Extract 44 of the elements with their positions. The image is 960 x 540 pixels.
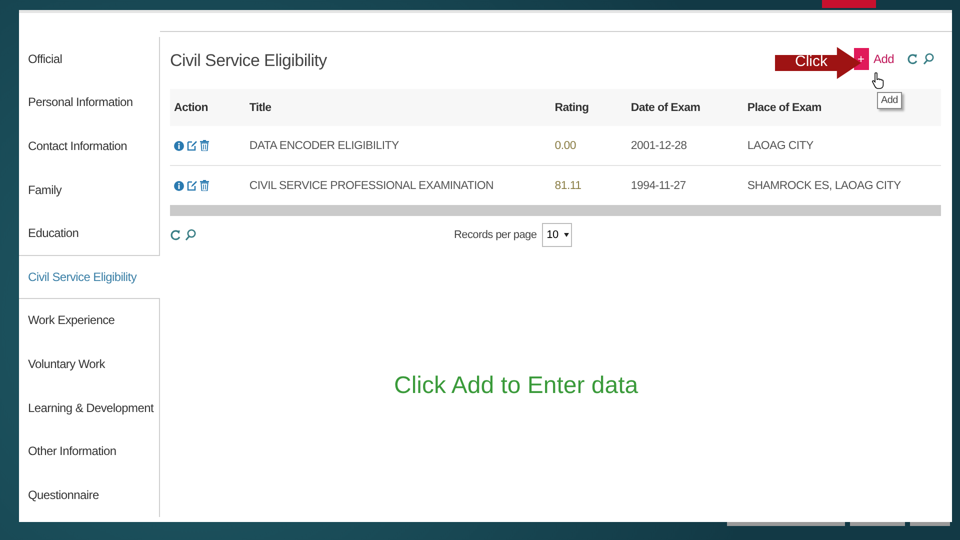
table-cell: CIVIL SERVICE PROFESSIONAL EXAMINATION [245, 166, 551, 205]
info-icon[interactable] [174, 180, 184, 190]
refresh-icon[interactable] [907, 52, 918, 64]
column-header: Title [245, 89, 551, 126]
table-cell: 0.00 [550, 126, 627, 166]
caption: Click Add to Enter data [394, 372, 640, 400]
slide-tab-mark [822, 0, 876, 8]
sidebar-item[interactable]: Learning & Development [19, 386, 160, 430]
table-cell: LAOAG CITY [743, 126, 941, 166]
table-cell: SHAMROCK ES, LAOAG CITY [743, 166, 941, 205]
slide-decoration-bar [910, 522, 950, 526]
search-icon[interactable] [185, 229, 196, 241]
tooltip: Add [877, 92, 902, 109]
slide-decoration-bar [850, 522, 905, 526]
search-icon[interactable] [923, 52, 934, 64]
table-cell: 1994-11-27 [626, 166, 744, 205]
sidebar-item[interactable]: Personal Information [19, 80, 160, 124]
sidebar-item[interactable]: Official [19, 37, 160, 81]
records-per-page-label: Records per page [454, 229, 537, 241]
column-header: Rating [550, 89, 627, 126]
scrollbar[interactable] [170, 205, 941, 216]
refresh-icon[interactable] [170, 229, 181, 241]
trash-icon[interactable] [200, 180, 209, 191]
sidebar-item[interactable]: Education [19, 211, 160, 255]
edit-icon[interactable] [187, 180, 197, 191]
trash-icon[interactable] [200, 140, 209, 151]
records-per-page-select[interactable]: 10 [542, 223, 572, 247]
sidebar-item[interactable]: Contact Information [19, 124, 160, 168]
column-header: Action [170, 89, 246, 126]
table-cell: 2001-12-28 [626, 126, 744, 166]
sidebar-item[interactable]: Voluntary Work [19, 342, 160, 386]
sidebar-item[interactable]: Questionnaire [19, 472, 160, 517]
table-cell: DATA ENCODER ELIGIBILITY [245, 126, 551, 166]
sidebar-item[interactable]: Family [19, 168, 160, 212]
caret-icon [564, 233, 570, 237]
info-icon[interactable] [174, 140, 184, 150]
sidebar-item[interactable]: Civil Service Eligibility [19, 254, 160, 299]
column-header: Date of Exam [626, 89, 744, 126]
edit-icon[interactable] [187, 140, 197, 151]
add-link[interactable]: Add [874, 52, 894, 66]
panel-title: Civil Service Eligibility [170, 50, 327, 70]
table-cell: 81.11 [550, 166, 627, 205]
sidebar-item[interactable]: Other Information [19, 429, 160, 473]
sidebar-item[interactable]: Work Experience [19, 298, 160, 342]
